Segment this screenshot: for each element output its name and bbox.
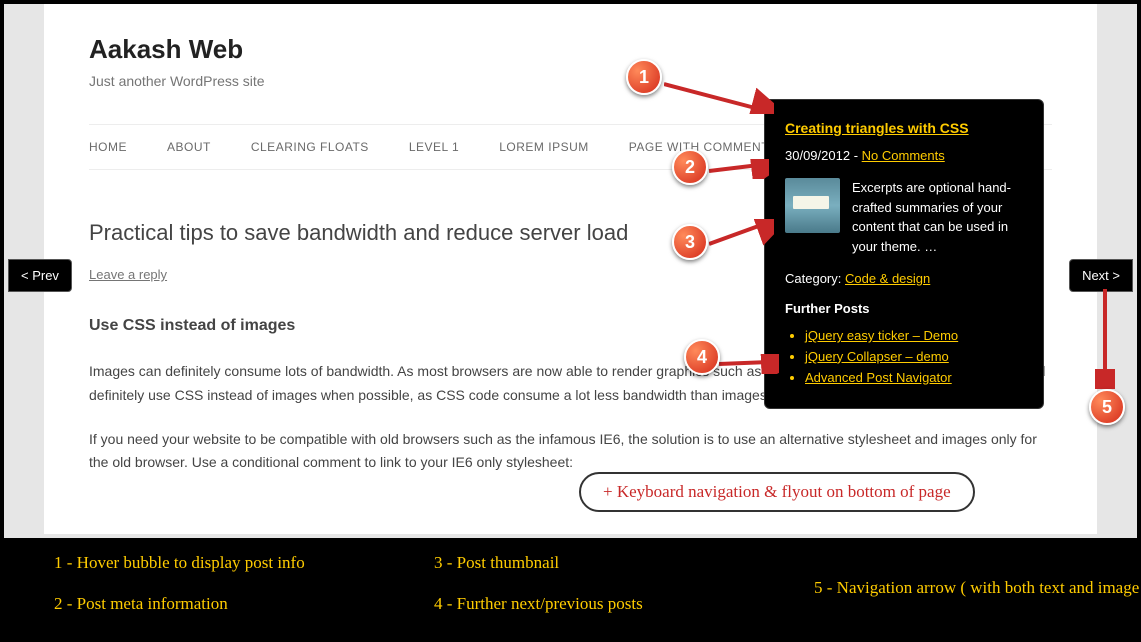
legend-item-4: 4 - Further next/previous posts: [434, 594, 804, 623]
arrow-icon: [719, 354, 779, 374]
legend-item-2: 2 - Post meta information: [54, 594, 424, 623]
bubble-date: 30/09/2012: [785, 148, 850, 163]
nav-item-home[interactable]: HOME: [89, 125, 127, 169]
category-link[interactable]: Code & design: [845, 271, 930, 286]
legend: 1 - Hover bubble to display post info 2 …: [4, 538, 1137, 638]
prev-button[interactable]: < Prev: [8, 259, 72, 292]
next-button[interactable]: Next >: [1069, 259, 1133, 292]
bubble-excerpt: Excerpts are optional hand-crafted summa…: [852, 178, 1023, 256]
further-post-link[interactable]: Advanced Post Navigator: [805, 368, 1023, 389]
legend-item-1: 1 - Hover bubble to display post info: [54, 553, 424, 582]
bubble-post-title[interactable]: Creating triangles with CSS: [785, 120, 969, 136]
bubble-meta: 30/09/2012 - No Comments: [785, 148, 1023, 163]
further-post-link[interactable]: jQuery easy ticker – Demo: [805, 326, 1023, 347]
callout-5: 5: [1089, 389, 1125, 425]
further-post-link[interactable]: jQuery Collapser – demo: [805, 347, 1023, 368]
arrow-icon: [664, 74, 774, 114]
arrow-icon: [709, 219, 774, 249]
further-posts-list: jQuery easy ticker – Demo jQuery Collaps…: [785, 326, 1023, 388]
leave-reply-link[interactable]: Leave a reply: [89, 267, 167, 282]
bubble-category: Category: Code & design: [785, 271, 1023, 286]
bubble-comments-link[interactable]: No Comments: [862, 148, 945, 163]
legend-item-5: 5 - Navigation arrow ( with both text an…: [814, 575, 1141, 601]
nav-item-lorem-ipsum[interactable]: LOREM IPSUM: [499, 125, 589, 169]
keyboard-nav-note: + Keyboard navigation & flyout on bottom…: [579, 472, 975, 512]
tagline: Just another WordPress site: [89, 73, 1052, 89]
callout-2: 2: [672, 149, 708, 185]
nav-item-clearing-floats[interactable]: CLEARING FLOATS: [251, 125, 369, 169]
post-thumbnail[interactable]: [785, 178, 840, 233]
legend-item-3: 3 - Post thumbnail: [434, 553, 804, 582]
callout-4: 4: [684, 339, 720, 375]
nav-item-about[interactable]: ABOUT: [167, 125, 211, 169]
site-title: Aakash Web: [89, 34, 1052, 65]
hover-bubble: Creating triangles with CSS 30/09/2012 -…: [764, 99, 1044, 409]
callout-3: 3: [672, 224, 708, 260]
nav-item-level-1[interactable]: LEVEL 1: [409, 125, 459, 169]
arrow-icon: [1095, 289, 1115, 389]
callout-1: 1: [626, 59, 662, 95]
arrow-icon: [709, 159, 769, 179]
further-posts-heading: Further Posts: [785, 301, 1023, 316]
post-paragraph: If you need your website to be compatibl…: [89, 428, 1052, 476]
